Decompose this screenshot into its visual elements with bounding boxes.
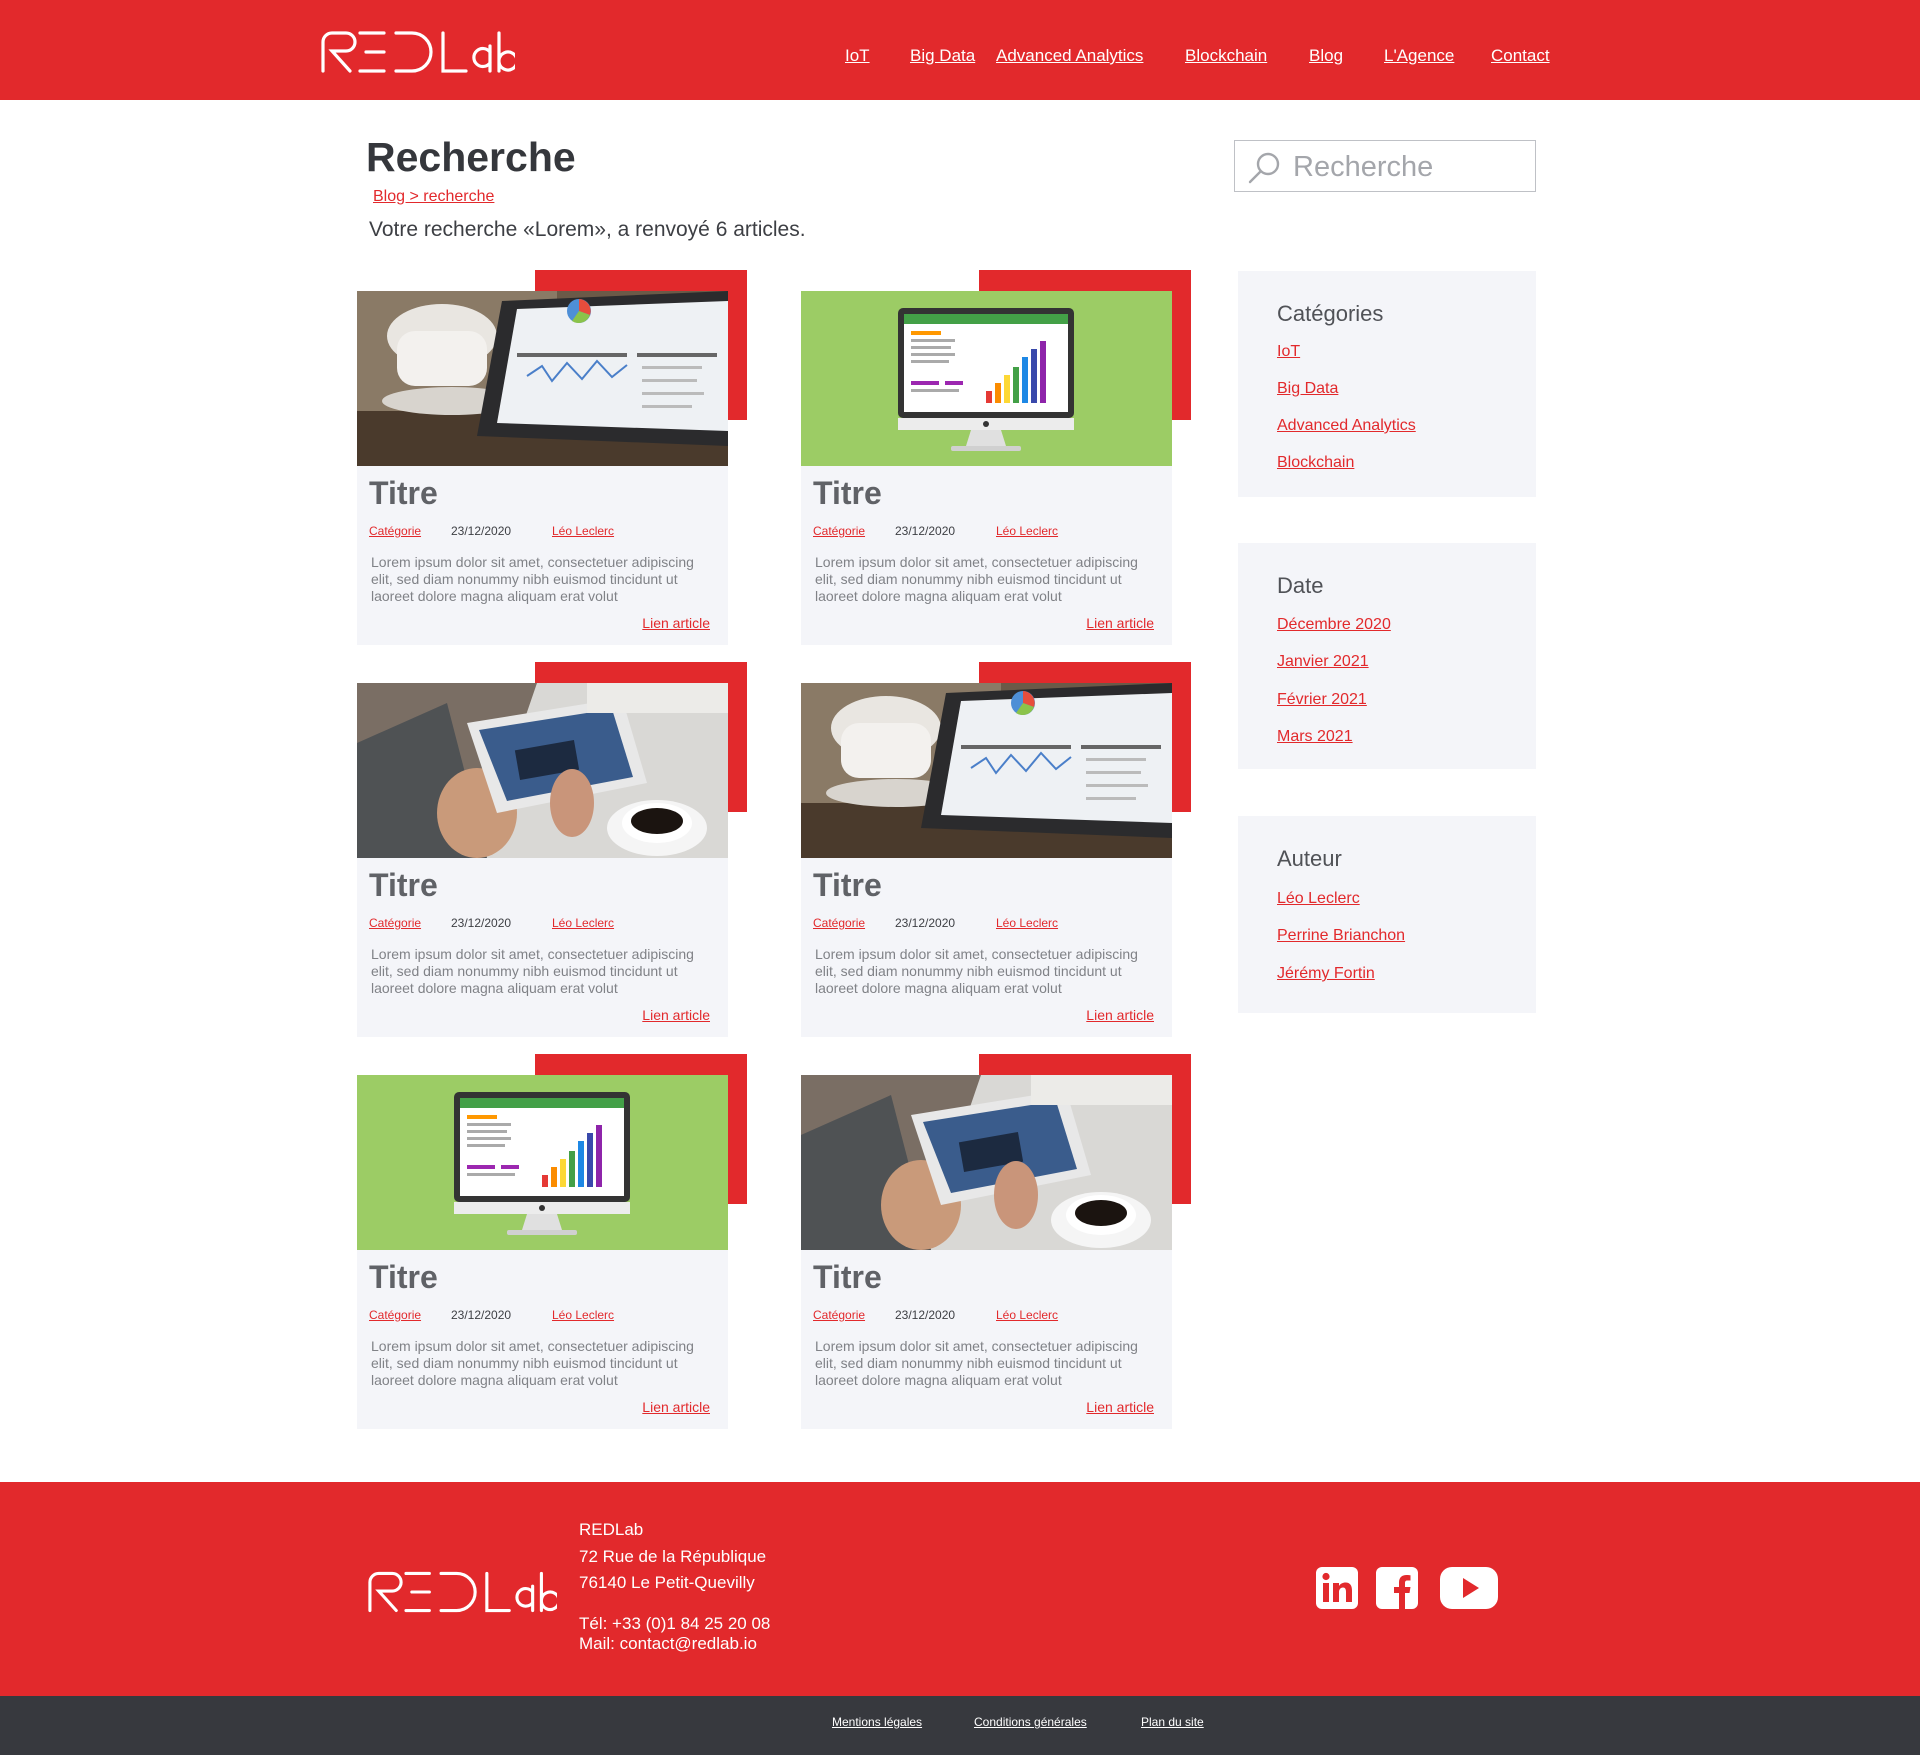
redlab-logo[interactable] (320, 30, 515, 74)
nav-blog[interactable]: Blog (1309, 46, 1343, 66)
nav-advanced-analytics[interactable]: Advanced Analytics (996, 46, 1143, 66)
mentions-legales-link[interactable]: Mentions légales (832, 1715, 922, 1729)
card-body: Titre Catégorie 23/12/2020 Léo Leclerc Lorem… (357, 683, 728, 1037)
article-author[interactable]: Léo Leclerc (996, 1308, 1058, 1322)
sidebar-category-blockchain[interactable]: Blockchain (1277, 454, 1354, 472)
sidebar-date-mars-2021[interactable]: Mars 2021 (1277, 728, 1353, 746)
article-excerpt: Lorem ipsum dolor sit amet, consectetuer… (371, 554, 694, 604)
article-link[interactable]: Lien article (642, 1007, 710, 1023)
plan-du-site-link[interactable]: Plan du site (1141, 1715, 1204, 1729)
sidebar-authors-heading: Auteur (1277, 846, 1342, 871)
facebook-icon[interactable] (1376, 1567, 1418, 1609)
site-footer: REDLab 72 Rue de la République 76140 Le … (0, 1482, 1920, 1696)
footer-mail: Mail: contact@redlab.io (579, 1634, 757, 1653)
article-date: 23/12/2020 (451, 1308, 512, 1322)
footer-city: 76140 Le Petit-Quevilly (579, 1573, 755, 1592)
site-header: IoT Big Data Advanced Analytics Blockcha… (0, 0, 1920, 100)
article-title[interactable]: Titre (369, 1259, 438, 1296)
article-excerpt: Lorem ipsum dolor sit amet, consectetuer… (815, 946, 1138, 996)
article-category[interactable]: Catégorie (369, 1308, 421, 1322)
nav-iot[interactable]: IoT (845, 46, 870, 66)
article-category[interactable]: Catégorie (813, 1308, 865, 1322)
sidebar-author-leo-leclerc[interactable]: Léo Leclerc (1277, 890, 1360, 908)
footer-street: 72 Rue de la République (579, 1547, 767, 1566)
linkedin-icon[interactable] (1316, 1567, 1358, 1609)
sidebar-date-fevrier-2021[interactable]: Février 2021 (1277, 691, 1367, 709)
search-input[interactable]: Recherche (1234, 140, 1536, 192)
article-link[interactable]: Lien article (1086, 1399, 1154, 1415)
card-body: Titre Catégorie 23/12/2020 Léo Leclerc Lorem… (357, 1075, 728, 1429)
article-title[interactable]: Titre (813, 1259, 882, 1296)
article-thumbnail[interactable] (357, 683, 728, 858)
article-author[interactable]: Léo Leclerc (552, 524, 614, 538)
article-thumbnail[interactable] (801, 683, 1172, 858)
article-author[interactable]: Léo Leclerc (996, 916, 1058, 930)
article-thumbnail[interactable] (801, 291, 1172, 466)
article-category[interactable]: Catégorie (369, 524, 421, 538)
article-link[interactable]: Lien article (642, 1399, 710, 1415)
article-link[interactable]: Lien article (1086, 1007, 1154, 1023)
sidebar-dates-heading: Date (1277, 573, 1324, 598)
article-excerpt: Lorem ipsum dolor sit amet, consectetuer… (371, 946, 694, 996)
article-thumbnail[interactable] (801, 1075, 1172, 1250)
nav-blockchain[interactable]: Blockchain (1185, 46, 1267, 66)
footer-company: REDLab (579, 1520, 644, 1539)
article-title[interactable]: Titre (369, 475, 438, 512)
conditions-generales-link[interactable]: Conditions générales (974, 1715, 1087, 1729)
search-icon (1248, 152, 1280, 184)
sidebar-category-iot[interactable]: IoT (1277, 343, 1300, 361)
article-title[interactable]: Titre (813, 475, 882, 512)
article-link[interactable]: Lien article (1086, 615, 1154, 631)
article-thumbnail[interactable] (357, 291, 728, 466)
youtube-icon[interactable] (1440, 1567, 1498, 1609)
footer-phone: Tél: +33 (0)1 84 25 20 08 (579, 1614, 771, 1633)
sidebar-author-perrine-brianchon[interactable]: Perrine Brianchon (1277, 927, 1405, 945)
article-title[interactable]: Titre (369, 867, 438, 904)
article-date: 23/12/2020 (451, 916, 512, 930)
nav-agence[interactable]: L'Agence (1384, 46, 1454, 66)
article-category[interactable]: Catégorie (813, 524, 865, 538)
sidebar-categories-heading: Catégories (1277, 301, 1384, 326)
legal-bar: Mentions légales Conditions générales Pl… (0, 1696, 1920, 1755)
sidebar-date-decembre-2020[interactable]: Décembre 2020 (1277, 616, 1391, 634)
article-excerpt: Lorem ipsum dolor sit amet, consectetuer… (815, 554, 1138, 604)
card-body: Titre Catégorie 23/12/2020 Léo Leclerc Lorem… (801, 683, 1172, 1037)
footer-redlab-logo[interactable] (367, 1570, 557, 1614)
article-thumbnail[interactable] (357, 1075, 728, 1250)
article-title[interactable]: Titre (813, 867, 882, 904)
sidebar-category-big-data[interactable]: Big Data (1277, 380, 1338, 398)
article-date: 23/12/2020 (895, 1308, 956, 1322)
card-body: Titre Catégorie 23/12/2020 Léo Leclerc Lorem… (801, 291, 1172, 645)
article-author[interactable]: Léo Leclerc (996, 524, 1058, 538)
sidebar-categories: Catégories IoT Big Data Advanced Analyti… (1238, 271, 1536, 497)
article-category[interactable]: Catégorie (369, 916, 421, 930)
article-date: 23/12/2020 (451, 524, 512, 538)
card-body: Titre Catégorie 23/12/2020 Léo Leclerc Lorem… (801, 1075, 1172, 1429)
breadcrumb[interactable]: Blog > recherche (373, 188, 494, 206)
search-result-summary: Votre recherche «Lorem», a renvoyé 6 art… (369, 218, 806, 241)
article-date: 23/12/2020 (895, 916, 956, 930)
article-link[interactable]: Lien article (642, 615, 710, 631)
article-date: 23/12/2020 (895, 524, 956, 538)
sidebar-category-advanced-analytics[interactable]: Advanced Analytics (1277, 417, 1416, 435)
article-author[interactable]: Léo Leclerc (552, 1308, 614, 1322)
search-placeholder: Recherche (1293, 151, 1434, 183)
article-author[interactable]: Léo Leclerc (552, 916, 614, 930)
sidebar-date-janvier-2021[interactable]: Janvier 2021 (1277, 653, 1369, 671)
article-excerpt: Lorem ipsum dolor sit amet, consectetuer… (371, 1338, 694, 1388)
sidebar-author-jeremy-fortin[interactable]: Jérémy Fortin (1277, 965, 1375, 983)
page-title: Recherche (366, 134, 576, 180)
sidebar-authors: Auteur Léo Leclerc Perrine Brianchon Jér… (1238, 816, 1536, 1013)
sidebar-dates: Date Décembre 2020 Janvier 2021 Février … (1238, 543, 1536, 769)
card-body: Titre Catégorie 23/12/2020 Léo Leclerc Lorem… (357, 291, 728, 645)
article-excerpt: Lorem ipsum dolor sit amet, consectetuer… (815, 1338, 1138, 1388)
article-category[interactable]: Catégorie (813, 916, 865, 930)
nav-contact[interactable]: Contact (1491, 46, 1550, 66)
nav-big-data[interactable]: Big Data (910, 46, 975, 66)
